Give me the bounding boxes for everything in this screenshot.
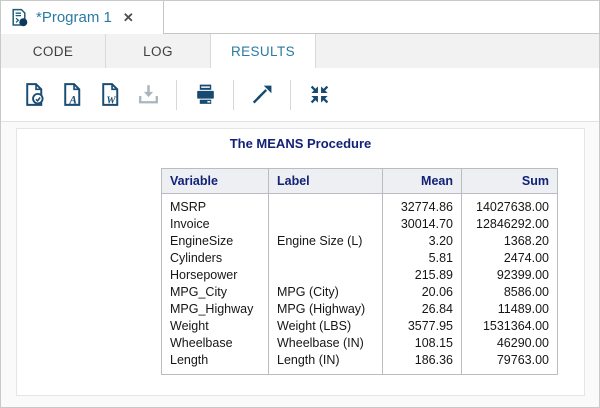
cell-sum: 12846292.00 [462,216,558,233]
means-table: Variable Label Mean Sum MSRP 32774.861402… [161,168,558,375]
cell-mean: 30014.70 [383,216,462,233]
cell-label [269,250,383,267]
program-tab[interactable]: *Program 1 ✕ [1,1,164,34]
print-button[interactable] [186,76,224,114]
collapse-icon [306,81,333,108]
cell-variable: Horsepower [162,267,269,284]
sas-program-icon [10,8,29,27]
cell-variable: Weight [162,318,269,335]
table-row: WheelbaseWheelbase (IN)108.1546290.00 [162,335,558,352]
app-window: *Program 1 ✕ CODE LOG RESULTS [0,0,600,408]
download-pdf-file-icon: A [59,81,86,108]
table-row: WeightWeight (LBS)3577.951531364.00 [162,318,558,335]
close-icon[interactable]: ✕ [123,10,134,26]
tab-results[interactable]: RESULTS [211,34,315,68]
cell-mean: 108.15 [383,335,462,352]
cell-label: Wheelbase (IN) [269,335,383,352]
cell-mean: 215.89 [383,267,462,284]
cell-sum: 11489.00 [462,301,558,318]
print-icon [192,81,219,108]
means-table-header: Variable Label Mean Sum [162,169,558,194]
table-row: Invoice 30014.7012846292.00 [162,216,558,233]
cell-sum: 8586.00 [462,284,558,301]
cell-variable: EngineSize [162,233,269,250]
open-in-new-window-button[interactable] [243,76,281,114]
cell-mean: 26.84 [383,301,462,318]
cell-mean: 186.36 [383,352,462,375]
download-html-file-icon [21,81,48,108]
cell-label [269,194,383,217]
view-tabs: CODE LOG RESULTS [1,34,599,68]
cell-label: Weight (LBS) [269,318,383,335]
procedure-title: The MEANS Procedure [17,136,584,151]
table-row: LengthLength (IN)186.3679763.00 [162,352,558,375]
col-header-label: Label [269,169,383,194]
col-header-mean: Mean [383,169,462,194]
cell-sum: 92399.00 [462,267,558,284]
cell-mean: 20.06 [383,284,462,301]
toolbar-separator [233,80,234,110]
cell-label: Engine Size (L) [269,233,383,250]
toolbar-separator [176,80,177,110]
document-tabbar: *Program 1 ✕ [1,1,599,34]
cell-variable: Wheelbase [162,335,269,352]
cell-sum: 1531364.00 [462,318,558,335]
cell-mean: 32774.86 [383,194,462,217]
table-row: Horsepower 215.8992399.00 [162,267,558,284]
cell-label: MPG (City) [269,284,383,301]
svg-text:W: W [106,95,116,106]
tab-code[interactable]: CODE [1,34,105,68]
col-header-variable: Variable [162,169,269,194]
cell-variable: MPG_Highway [162,301,269,318]
cell-variable: MPG_City [162,284,269,301]
cell-sum: 1368.20 [462,233,558,250]
col-header-sum: Sum [462,169,558,194]
svg-text:A: A [68,94,77,106]
cell-label: Length (IN) [269,352,383,375]
cell-mean: 3.20 [383,233,462,250]
table-row: EngineSizeEngine Size (L)3.201368.20 [162,233,558,250]
cell-label: MPG (Highway) [269,301,383,318]
open-in-new-window-icon [249,81,276,108]
download-button [129,76,167,114]
cell-variable: Length [162,352,269,375]
table-row: MPG_HighwayMPG (Highway)26.8411489.00 [162,301,558,318]
results-panel: The MEANS Procedure Variable Label Mean … [16,128,585,396]
program-tab-title: *Program 1 [36,9,112,26]
download-word-file-icon: W [97,81,124,108]
cell-label [269,216,383,233]
table-row: MSRP 32774.8614027638.00 [162,194,558,217]
collapse-button[interactable] [300,76,338,114]
cell-sum: 79763.00 [462,352,558,375]
table-row: Cylinders 5.812474.00 [162,250,558,267]
download-word-button[interactable]: W [91,76,129,114]
download-html-button[interactable] [15,76,53,114]
download-pdf-button[interactable]: A [53,76,91,114]
results-content: The MEANS Procedure Variable Label Mean … [1,122,599,407]
cell-sum: 2474.00 [462,250,558,267]
cell-variable: Invoice [162,216,269,233]
cell-mean: 3577.95 [383,318,462,335]
tab-separator [315,34,316,68]
tab-log[interactable]: LOG [106,34,210,68]
cell-mean: 5.81 [383,250,462,267]
results-toolbar: A W [1,68,599,122]
cell-variable: MSRP [162,194,269,217]
table-row: MPG_CityMPG (City)20.068586.00 [162,284,558,301]
toolbar-separator [290,80,291,110]
cell-variable: Cylinders [162,250,269,267]
cell-sum: 46290.00 [462,335,558,352]
cell-sum: 14027638.00 [462,194,558,217]
means-table-body: MSRP 32774.8614027638.00 Invoice 30014.7012… [162,194,558,375]
download-icon [135,81,162,108]
cell-label [269,267,383,284]
